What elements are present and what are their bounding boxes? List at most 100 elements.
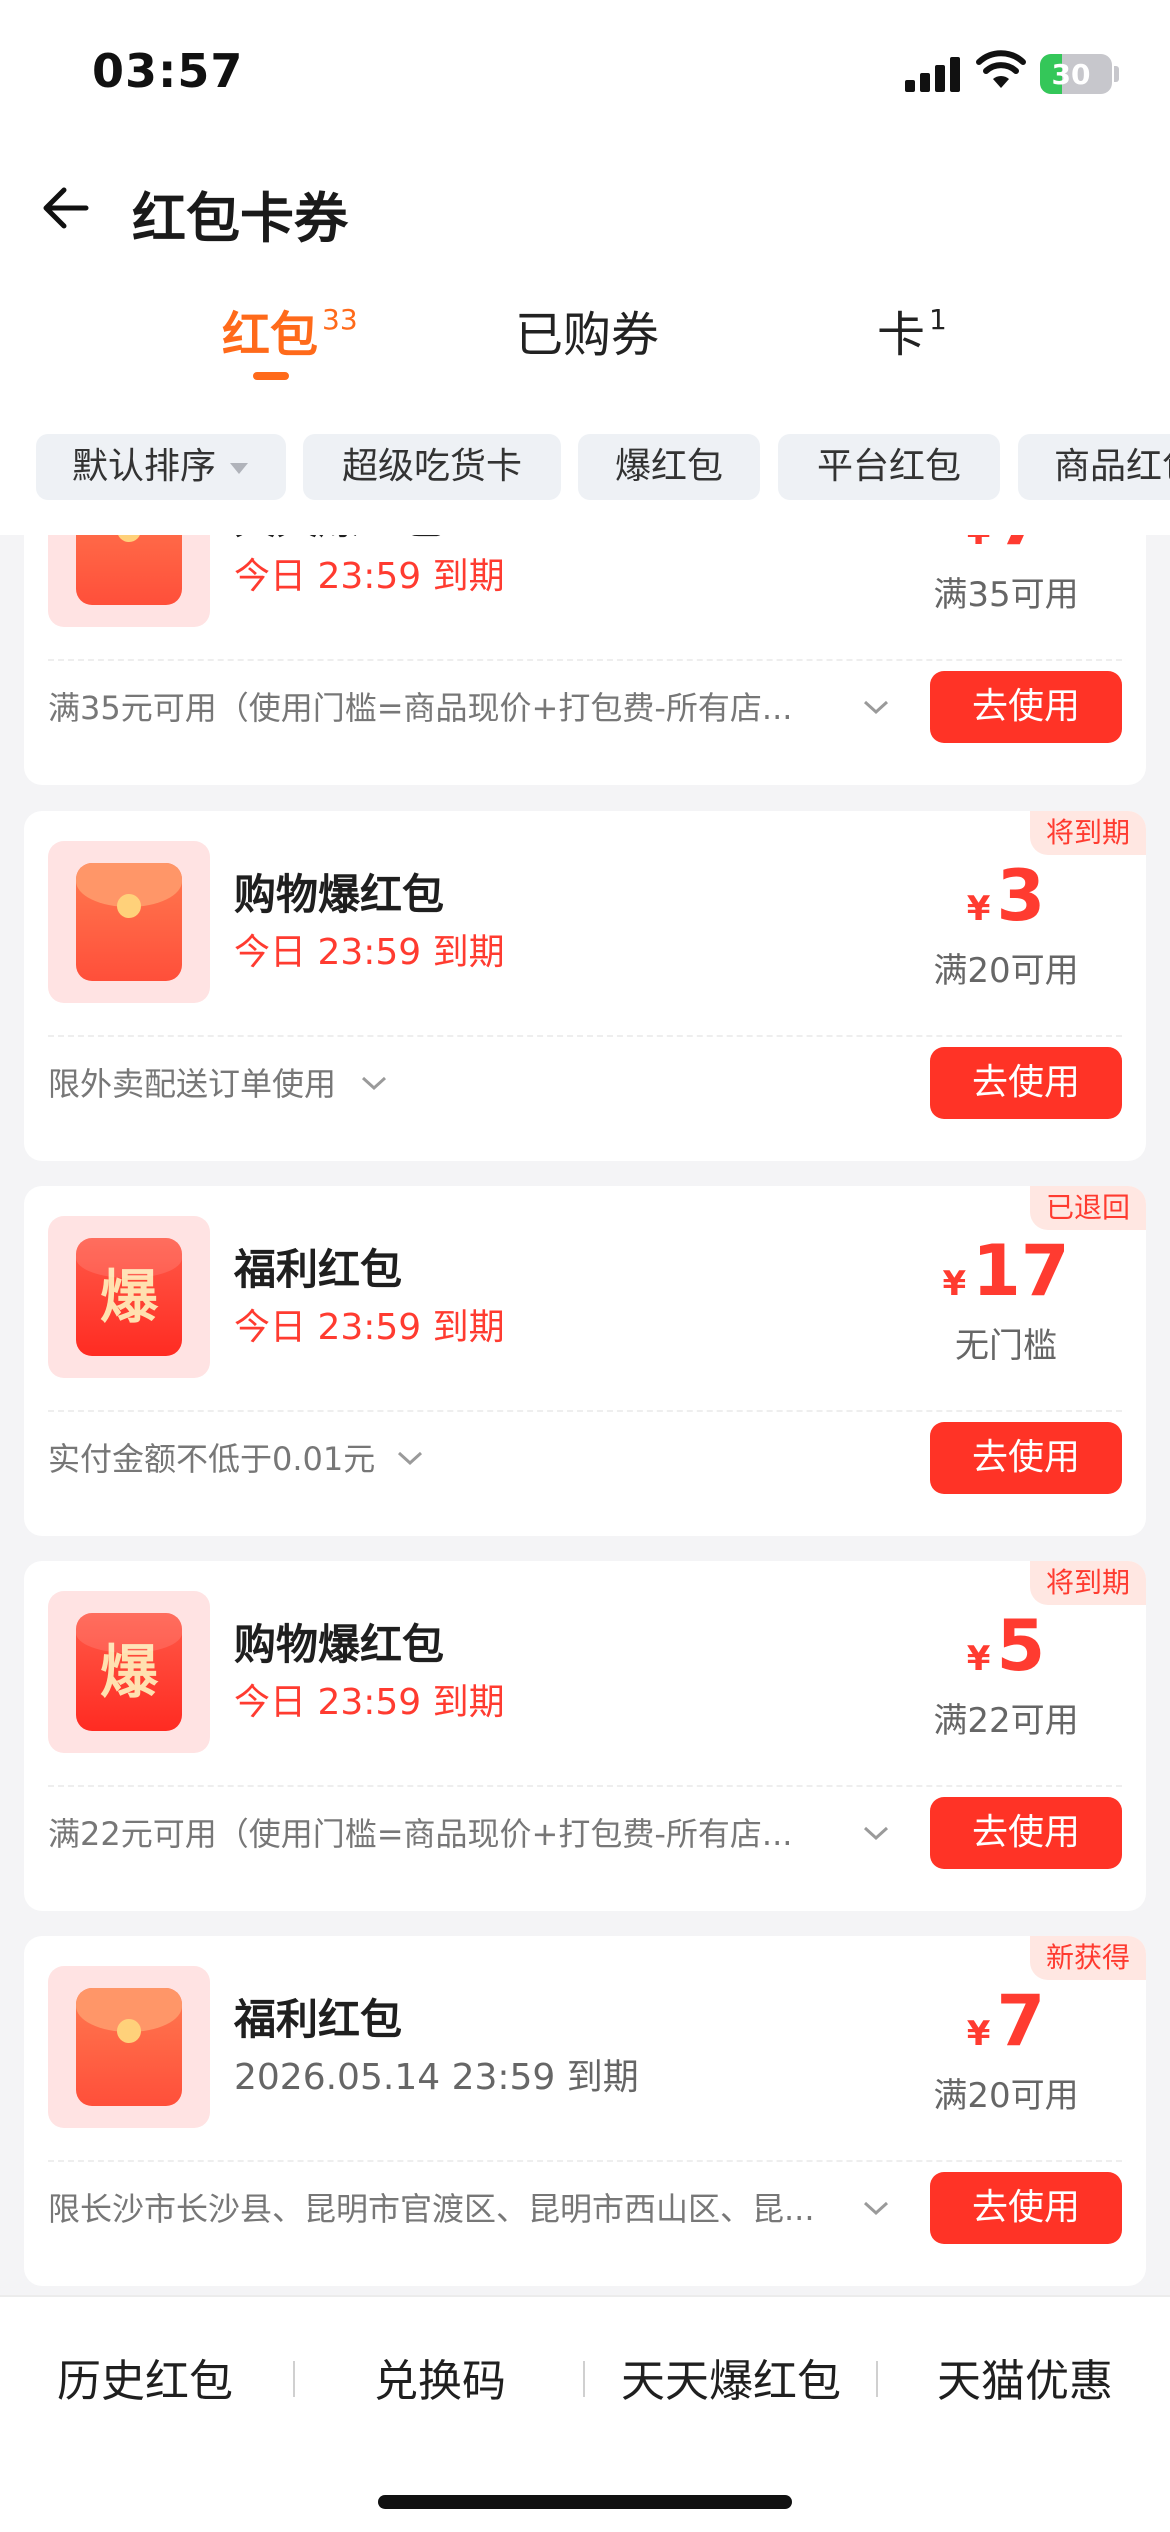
home-indicator <box>378 2495 792 2509</box>
currency-symbol: ¥ <box>967 535 991 553</box>
chevron-down-icon[interactable] <box>396 1448 424 1468</box>
card-price: ¥3 <box>866 855 1146 937</box>
card-amount: 7 <box>996 1980 1046 2062</box>
status-time: 03:57 <box>92 44 244 98</box>
currency-symbol: ¥ <box>942 1264 967 1304</box>
status-badge: 已退回 <box>1029 1186 1146 1230</box>
status-bar: 03:57 30 <box>0 0 1170 150</box>
signal-icon <box>905 56 961 92</box>
battery-level: 30 <box>1051 58 1091 91</box>
tab-count-badge: 1 <box>929 303 947 336</box>
card-amount: 3 <box>996 855 1046 937</box>
chevron-down-icon[interactable] <box>862 1823 890 1843</box>
card-title: 购物爆红包 <box>234 870 445 919</box>
card-condition: 满22可用 <box>933 1701 1079 1741</box>
red-packet-thumbnail <box>48 1966 210 2128</box>
battery-cap <box>1114 66 1119 82</box>
battery-icon: 30 <box>1040 54 1112 94</box>
card-expiry: 今日 23:59 到期 <box>234 1682 505 1723</box>
card-description: 实付金额不低于0.01元 <box>48 1440 376 1478</box>
filter-label: 商品红包 <box>1054 446 1170 487</box>
red-packet-thumbnail <box>48 535 210 627</box>
filter-bar: 默认排序 超级吃货卡 爆红包 平台红包 商品红包 <box>0 420 1170 535</box>
bottom-separator <box>293 2361 295 2397</box>
chevron-down-icon[interactable] <box>360 1073 388 1093</box>
redeem-code-link[interactable]: 兑换码 <box>325 2345 555 2409</box>
filter-label: 超级吃货卡 <box>341 446 522 487</box>
status-badge: 将到期 <box>1029 1561 1146 1605</box>
card-amount: 17 <box>972 1230 1070 1312</box>
divider <box>48 2160 1122 2162</box>
card-price: ¥7 <box>866 535 1146 561</box>
red-packet-card[interactable]: 天天爆红包 今日 23:59 到期 ¥7 满35可用 满35元可用（使用门槛=商… <box>24 535 1146 785</box>
bottom-bar: 历史红包 兑换码 天天爆红包 天猫优惠 <box>0 2295 1170 2532</box>
use-button[interactable]: 去使用 <box>930 671 1122 743</box>
filter-label: 爆红包 <box>614 446 723 487</box>
card-condition: 满35可用 <box>933 575 1079 615</box>
tmall-deals-link[interactable]: 天猫优惠 <box>910 2345 1140 2409</box>
card-title: 天天爆红包 <box>234 535 444 546</box>
red-packet-card[interactable]: 已退回 爆 福利红包 今日 23:59 到期 ¥17 无门槛 实付金额不低于0.… <box>24 1186 1146 1536</box>
card-price: ¥7 <box>866 1980 1146 2062</box>
card-title: 福利红包 <box>234 1995 403 2044</box>
filter-explosive-packet[interactable]: 爆红包 <box>578 434 760 500</box>
filter-product-packet[interactable]: 商品红包 <box>1018 434 1170 500</box>
header: 红包卡券 红包 33 已购券 卡1 <box>0 150 1170 420</box>
card-expiry: 今日 23:59 到期 <box>234 932 505 973</box>
tab-label: 红包 <box>222 307 319 363</box>
dropdown-caret-icon <box>230 462 249 474</box>
use-button[interactable]: 去使用 <box>930 1047 1122 1119</box>
divider <box>48 1410 1122 1412</box>
card-expiry: 2026.05.14 23:59 到期 <box>234 2057 639 2098</box>
bottom-separator <box>583 2361 585 2397</box>
card-amount: 5 <box>996 1605 1046 1687</box>
chevron-down-icon[interactable] <box>862 2198 890 2218</box>
card-description: 满35元可用（使用门槛=商品现价+打包费-所有店... <box>48 689 793 727</box>
tab-label: 已购券 <box>515 307 660 363</box>
wifi-icon <box>976 50 1026 88</box>
red-packet-card[interactable]: 新获得 福利红包 2026.05.14 23:59 到期 ¥7 满20可用 限长… <box>24 1936 1146 2286</box>
back-arrow-icon[interactable] <box>36 178 96 238</box>
card-expiry: 今日 23:59 到期 <box>234 556 505 597</box>
currency-symbol: ¥ <box>966 2014 991 2054</box>
page-title: 红包卡券 <box>132 187 348 250</box>
use-button[interactable]: 去使用 <box>930 1422 1122 1494</box>
card-title: 购物爆红包 <box>234 1620 445 1669</box>
filter-default-sort[interactable]: 默认排序 <box>36 434 286 500</box>
card-description: 限外卖配送订单使用 <box>48 1065 337 1103</box>
card-condition: 无门槛 <box>955 1326 1057 1366</box>
red-packet-card[interactable]: 将到期 爆 购物爆红包 今日 23:59 到期 ¥5 满22可用 满22元可用（… <box>24 1561 1146 1911</box>
card-condition: 满20可用 <box>933 951 1079 991</box>
bao-red-packet-icon: 爆 <box>76 1613 182 1731</box>
card-price: ¥5 <box>866 1605 1146 1687</box>
currency-symbol: ¥ <box>966 1639 991 1679</box>
divider <box>48 1035 1122 1037</box>
filter-platform-packet[interactable]: 平台红包 <box>778 434 1000 500</box>
tab-red-packets[interactable]: 红包 33 <box>222 295 358 365</box>
red-packet-thumbnail: 爆 <box>48 1591 210 1753</box>
red-packet-list: 天天爆红包 今日 23:59 到期 ¥7 满35可用 满35元可用（使用门槛=商… <box>0 535 1170 2295</box>
card-description: 限长沙市长沙县、昆明市官渡区、昆明市西山区、昆... <box>48 2190 815 2228</box>
tab-cards[interactable]: 卡1 <box>877 295 947 365</box>
status-badge: 新获得 <box>1029 1936 1146 1980</box>
card-expiry: 今日 23:59 到期 <box>234 1307 505 1348</box>
history-red-packets-link[interactable]: 历史红包 <box>30 2345 260 2409</box>
red-packet-card[interactable]: 将到期 购物爆红包 今日 23:59 到期 ¥3 满20可用 限外卖配送订单使用… <box>24 811 1146 1161</box>
active-tab-indicator <box>253 372 289 380</box>
filter-label: 平台红包 <box>816 446 961 487</box>
use-button[interactable]: 去使用 <box>930 2172 1122 2244</box>
tab-purchased-coupons[interactable]: 已购券 <box>515 295 659 365</box>
red-packet-thumbnail: 爆 <box>48 1216 210 1378</box>
divider <box>48 1785 1122 1787</box>
daily-red-packet-link[interactable]: 天天爆红包 <box>616 2345 846 2409</box>
chevron-down-icon[interactable] <box>862 697 890 717</box>
bottom-separator <box>876 2361 878 2397</box>
status-badge: 将到期 <box>1029 811 1146 855</box>
red-envelope-icon <box>76 1988 182 2106</box>
red-envelope-icon <box>76 863 182 981</box>
use-button[interactable]: 去使用 <box>930 1797 1122 1869</box>
divider <box>48 659 1122 661</box>
tab-count-badge: 33 <box>322 303 358 336</box>
red-packet-thumbnail <box>48 841 210 1003</box>
filter-super-foodie-card[interactable]: 超级吃货卡 <box>303 434 561 500</box>
